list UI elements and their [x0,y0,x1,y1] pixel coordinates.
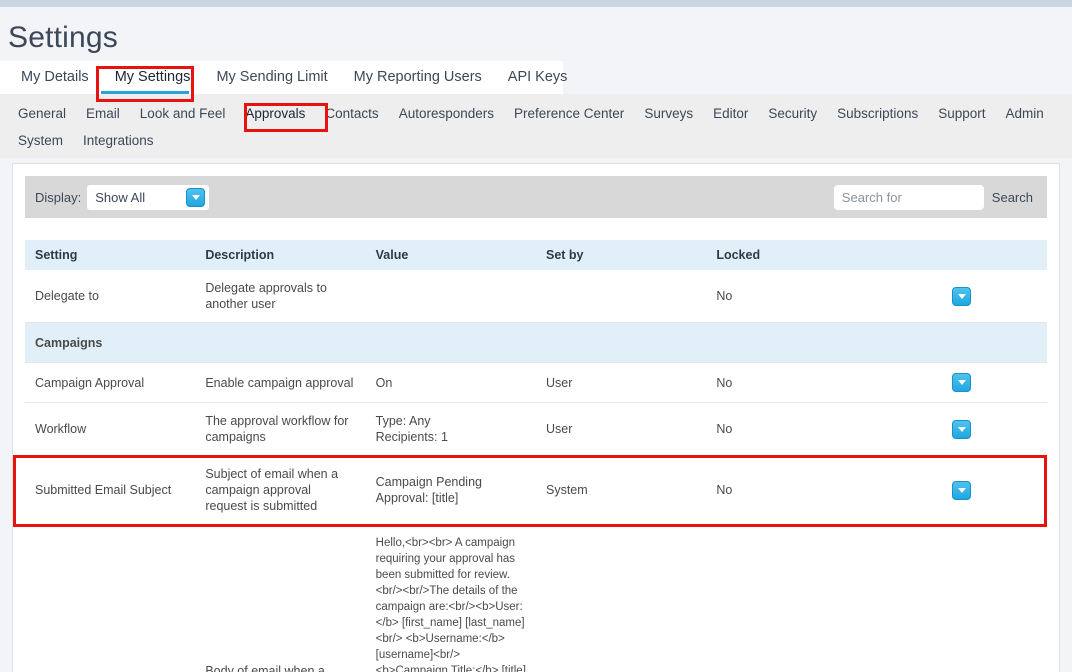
cell-value: Hello,<br><br> A campaign requiring your… [365,524,536,672]
sub-tab-bar: General Email Look and Feel Approvals Contac… [0,94,1072,158]
main-tab-my-sending-limit[interactable]: My Sending Limit [203,61,340,94]
cell-value: On [365,362,536,403]
column-header-description: Description [195,240,366,270]
cell-value: Type: Any Recipients: 1 [365,402,536,456]
sub-tab-integrations[interactable]: Integrations [73,127,164,154]
table-row[interactable]: Submitted Email BodyBody of email when a… [25,524,1047,672]
sub-tab-preference-center[interactable]: Preference Center [504,100,634,127]
cell-value [365,270,536,323]
cell-setting: Workflow [25,402,196,456]
cell-action [876,402,1047,456]
sub-tab-contacts[interactable]: Contacts [315,100,388,127]
cell-set-by: Partner [535,524,707,672]
sub-tab-autoresponders[interactable]: Autoresponders [389,100,504,127]
cell-locked: No [706,524,877,672]
main-tab-my-reporting-users[interactable]: My Reporting Users [341,61,495,94]
cell-value: Campaign Pending Approval: [title] [365,455,536,525]
cell-description: Delegate approvals to another user [195,270,366,323]
caret-down-icon[interactable] [952,480,972,500]
cell-setting: Delegate to [25,270,196,323]
column-header-locked: Locked [706,240,877,270]
display-select-value: Show All [95,189,146,205]
sub-tab-surveys[interactable]: Surveys [634,100,703,127]
sub-tab-system[interactable]: System [8,127,73,154]
cell-description: Body of email when a campaign approval r… [195,524,366,672]
search-group: Search [833,184,1041,210]
cell-locked: No [706,455,877,525]
cell-locked: No [706,362,877,403]
table-body: Delegate to Delegate approvals to another… [25,270,1047,672]
search-input[interactable] [833,184,984,210]
cell-set-by: User [535,362,707,403]
sub-tab-list: General Email Look and Feel Approvals Contac… [8,100,1068,154]
column-header-value: Value [365,240,536,270]
cell-description: Enable campaign approval [195,362,366,403]
cell-set-by [535,270,707,323]
chevron-down-icon[interactable] [186,187,206,207]
caret-down-icon[interactable] [952,419,972,439]
search-button[interactable]: Search [984,190,1041,205]
cell-setting: Submitted Email Body [25,524,196,672]
sub-tab-approvals[interactable]: Approvals [235,100,315,127]
page-title: Settings [8,21,118,54]
sub-tab-look-and-feel[interactable]: Look and Feel [130,100,236,127]
sub-tab-general[interactable]: General [8,100,76,127]
table-row[interactable]: Delegate to Delegate approvals to another… [25,270,1047,323]
cell-description: Subject of email when a campaign approva… [195,455,366,525]
group-row-label: Campaigns [25,322,1047,363]
sub-tab-editor[interactable]: Editor [703,100,758,127]
cell-locked: No [706,270,877,323]
display-select[interactable]: Show All [87,184,210,210]
main-tab-my-settings[interactable]: My Settings [102,61,204,94]
caret-down-icon[interactable] [952,373,972,392]
main-tab-api-keys[interactable]: API Keys [495,61,581,94]
table-group-row: Campaigns [25,322,1047,363]
main-tab-my-details[interactable]: My Details [8,61,102,94]
cell-action [876,524,1047,672]
column-header-set-by: Set by [535,240,707,270]
main-tab-list: My Details My Settings My Sending Limit My … [0,61,1072,94]
filter-toolbar: Display: Show All Search [25,176,1047,218]
sub-tab-subscriptions[interactable]: Subscriptions [827,100,928,127]
cell-setting: Submitted Email Subject [25,455,196,525]
cell-setting: Campaign Approval [25,362,196,403]
settings-panel: Display: Show All Search Setting Descrip… [12,163,1060,672]
settings-table: Setting Description Value Set by Locked … [25,240,1047,672]
sub-tab-security[interactable]: Security [758,100,827,127]
cell-description: The approval workflow for campaigns [195,402,366,456]
column-header-action [876,240,1047,270]
cell-action [876,455,1047,525]
main-tab-bar: My Details My Settings My Sending Limit My … [0,61,1072,102]
cell-action [876,362,1047,403]
sub-tab-email[interactable]: Email [76,100,130,127]
table-row[interactable]: Submitted Email Subject Subject of email … [25,455,1047,525]
cell-locked: No [706,402,877,456]
cell-action [876,270,1047,323]
sub-tab-support[interactable]: Support [928,100,995,127]
cell-set-by: System [535,455,707,525]
cell-set-by: User [535,402,707,456]
column-header-setting: Setting [25,240,196,270]
sub-tab-admin[interactable]: Admin [996,100,1054,127]
table-head: Setting Description Value Set by Locked [25,240,1047,270]
table-row[interactable]: Campaign Approval Enable campaign approva… [25,362,1047,403]
table-row[interactable]: Workflow The approval workflow for campai… [25,402,1047,456]
top-accent-bar [0,0,1072,7]
table-header-row: Setting Description Value Set by Locked [25,240,1047,270]
caret-down-icon[interactable] [952,286,972,306]
display-label: Display: [35,189,82,205]
